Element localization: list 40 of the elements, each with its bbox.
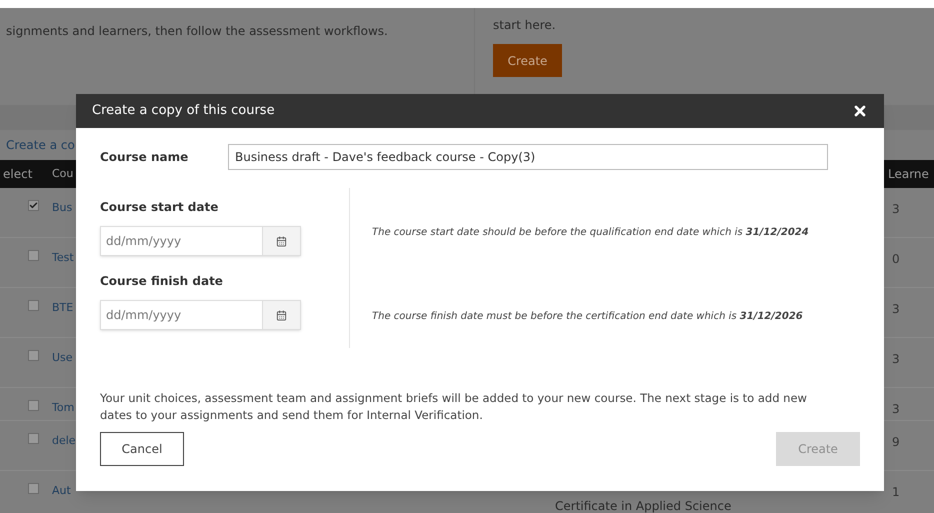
column-header: elect [2,166,34,183]
column-header: Learne [888,166,929,183]
field-label: Course finish date [100,273,224,290]
date-field[interactable]: dd/mm/yyyy [100,226,263,256]
field-label: Course name [100,149,190,166]
course-name-field[interactable]: Business draft - Dave's feedback course - Copy(3) [228,144,828,170]
learners-cell-text: 3 [892,201,900,218]
create-copy-link[interactable]: Create a co [6,136,75,154]
column-header: Cou [52,166,74,182]
field-label: Course start date [100,199,220,216]
row-checkbox[interactable] [28,400,39,411]
row-checkbox[interactable] [28,350,39,361]
close-icon [852,103,868,119]
date-note: The course finish date must be before the certification end date which is 31/12/2026 [372,310,804,324]
calendar-button[interactable] [263,226,301,256]
row-checkbox[interactable] [28,200,39,211]
row-checkbox[interactable] [28,433,39,444]
close-button[interactable] [852,103,868,119]
panel-text: start here. [493,17,556,34]
learners-cell-text: 9 [892,434,900,451]
learners-cell-text: 1 [892,484,900,501]
calendar-button[interactable] [263,300,301,330]
learners-cell-text: 0 [892,251,900,268]
learners-cell-text: 3 [892,351,900,368]
date-note: The course start date should be before the qualification end date which is 31/12/2024 [372,226,809,240]
intro-text: signments and learners, then follow the assessment workflows. [6,24,388,38]
date-field[interactable]: dd/mm/yyyy [100,300,263,330]
learners-cell-text: 3 [892,301,900,318]
check-icon [29,201,38,210]
create-course-button[interactable]: Create [493,44,562,77]
dialog-title: Create a copy of this course [92,102,275,120]
row-checkbox[interactable] [28,300,39,311]
row-checkbox[interactable] [28,250,39,261]
calendar-icon [276,236,287,246]
learners-cell-text: 3 [892,401,900,418]
qualification-cell-text: Certificate in Applied Science [555,498,732,513]
info-text: Your unit choices, assessment team and assignment briefs will be added to your new course. The next stage is to add new dates to your assignments and send them for Internal Verification. [100,390,808,424]
cancel-button[interactable]: Cancel [100,432,184,466]
row-checkbox[interactable] [28,483,39,494]
calendar-icon [276,310,287,320]
